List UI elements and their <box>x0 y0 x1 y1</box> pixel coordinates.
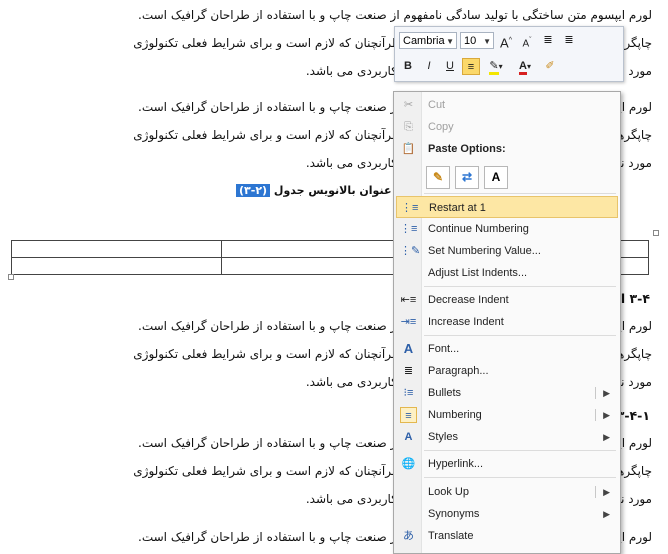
decrease-indent-icon: ⇤≡ <box>400 294 417 306</box>
grow-font-button[interactable]: A^ <box>497 32 515 50</box>
text-only-icon: A <box>491 170 501 184</box>
menu-item-numbering[interactable]: ≡ Numbering ▶ <box>396 404 618 426</box>
clipboard-icon: 📋 <box>401 143 416 155</box>
menu-item-increase-indent[interactable]: ⇥≡ Increase Indent <box>396 311 618 333</box>
highlight-color-button[interactable]: ✎▾ <box>483 58 509 75</box>
grow-font-icon: A <box>500 34 509 50</box>
restart-numbering-icon: ⋮≡ <box>401 202 419 214</box>
font-name-box[interactable]: Cambria ▼ <box>399 31 457 49</box>
chevron-right-icon: ▶ <box>603 388 610 398</box>
caption-text: عنوان بالانویس جدول <box>273 184 392 197</box>
chevron-right-icon: ▶ <box>603 432 610 442</box>
highlighter-icon: ✎ <box>489 59 499 75</box>
font-size-box[interactable]: 10 ▼ <box>460 31 494 49</box>
bullets-icon: ⁝≡ <box>403 387 414 399</box>
rtl-paragraph-button[interactable]: ≣ <box>539 32 557 49</box>
font-name-value: Cambria <box>403 34 445 47</box>
table-cell[interactable] <box>10 257 223 275</box>
translate-icon: あ <box>403 530 414 542</box>
paste-keep-source-formatting-button[interactable]: ✎ <box>426 166 450 189</box>
font-icon: A <box>403 341 414 356</box>
paste-merge-icon: ⇄ <box>461 170 473 184</box>
center-align-button[interactable]: ≡ <box>462 57 480 75</box>
context-menu: ✂ Cut ⎘ Copy 📋 Paste Options: ✎ ⇄ A ⋮≡ R… <box>393 91 621 554</box>
italic-button[interactable]: I <box>420 58 438 75</box>
table-caption[interactable]: عنوان بالانویس جدول (۲-۳) <box>236 184 391 197</box>
chevron-right-icon: ▶ <box>603 410 610 420</box>
center-align-icon: ≡ <box>467 60 475 73</box>
menu-item-paste-options: 📋 Paste Options: <box>401 143 506 155</box>
paragraph-icon: ≣ <box>403 365 414 377</box>
menu-item-font[interactable]: A Font... <box>396 338 618 360</box>
caption-number: (۲-۳) <box>236 184 271 197</box>
paragraph-direction-icon: ≣ <box>564 33 574 46</box>
font-color-button[interactable]: A▾ <box>512 58 538 75</box>
submenu-divider <box>595 387 596 399</box>
increase-indent-icon: ⇥≡ <box>400 316 417 328</box>
text-line[interactable]: لورم ایپسوم متن ساختگی با تولید سادگی نا… <box>14 8 652 22</box>
menu-item-restart-at-1[interactable]: ⋮≡ Restart at 1 <box>396 196 618 218</box>
underline-button[interactable]: U <box>441 58 459 75</box>
menu-item-translate[interactable]: あ Translate <box>396 525 618 547</box>
ltr-paragraph-button[interactable]: ≣ <box>560 32 578 49</box>
menu-item-cut[interactable]: ✂ Cut <box>396 94 618 116</box>
table-move-handle[interactable] <box>653 230 659 236</box>
submenu-divider <box>595 486 596 498</box>
numbering-icon: ≡ <box>400 407 417 423</box>
menu-item-bullets[interactable]: ⁝≡ Bullets ▶ <box>396 382 618 404</box>
continue-numbering-icon: ⋮≡ <box>400 223 418 235</box>
menu-separator <box>424 193 616 194</box>
paste-brush-icon: ✎ <box>432 170 444 184</box>
paste-text-only-button[interactable]: A <box>484 166 508 189</box>
styles-icon: A <box>404 431 413 443</box>
menu-item-synonyms[interactable]: Synonyms ▶ <box>396 503 618 525</box>
font-color-icon: A <box>519 59 527 75</box>
scissors-icon: ✂ <box>403 99 414 111</box>
menu-separator <box>424 335 616 336</box>
set-numbering-value-icon: ⋮✎ <box>400 245 421 257</box>
menu-item-decrease-indent[interactable]: ⇤≡ Decrease Indent <box>396 289 618 311</box>
chevron-right-icon: ▶ <box>603 509 610 519</box>
menu-item-set-numbering-value[interactable]: ⋮✎ Set Numbering Value... <box>396 240 618 262</box>
font-size-value: 10 <box>464 34 477 47</box>
menu-item-hyperlink[interactable]: 🌐 Hyperlink... <box>396 453 618 475</box>
chevron-right-icon: ▶ <box>603 487 610 497</box>
copy-icon: ⎘ <box>404 121 413 133</box>
bold-button[interactable]: B <box>399 58 417 75</box>
chevron-down-icon: ▼ <box>446 36 454 46</box>
menu-item-copy[interactable]: ⎘ Copy <box>396 116 618 138</box>
hyperlink-icon: 🌐 <box>401 458 416 470</box>
format-painter-button[interactable]: ✐ <box>541 58 559 75</box>
paste-merge-formatting-button[interactable]: ⇄ <box>455 166 479 189</box>
table-cell[interactable] <box>10 240 223 258</box>
paste-options-row: ✎ ⇄ A <box>426 166 508 189</box>
shrink-font-button[interactable]: Aˇ <box>518 32 536 49</box>
menu-separator <box>424 477 616 478</box>
menu-item-continue-numbering[interactable]: ⋮≡ Continue Numbering <box>396 218 618 240</box>
menu-item-adjust-list-indents[interactable]: Adjust List Indents... <box>396 262 618 284</box>
menu-item-styles[interactable]: A Styles ▶ <box>396 426 618 448</box>
mini-toolbar: Cambria ▼ 10 ▼ A^ Aˇ ≣ ≣ B I U ≡ ✎▾ A▾ ✐ <box>394 26 624 82</box>
format-painter-icon: ✐ <box>545 59 555 72</box>
menu-separator <box>424 450 616 451</box>
chevron-down-icon: ▼ <box>483 36 491 46</box>
table-resize-handle[interactable] <box>8 274 14 280</box>
menu-separator <box>424 286 616 287</box>
submenu-divider <box>595 409 596 421</box>
menu-item-look-up[interactable]: Look Up ▶ <box>396 481 618 503</box>
paragraph-direction-icon: ≣ <box>543 33 553 46</box>
menu-item-paragraph[interactable]: ≣ Paragraph... <box>396 360 618 382</box>
